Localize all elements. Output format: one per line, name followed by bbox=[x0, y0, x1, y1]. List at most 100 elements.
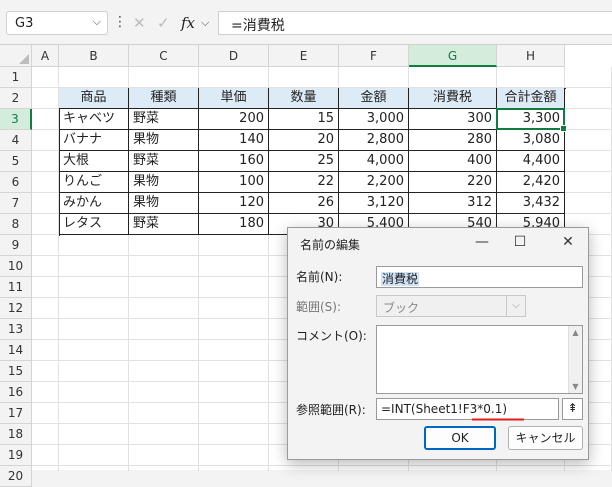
row-header-10[interactable]: 10 bbox=[0, 256, 32, 277]
column-header-b[interactable]: B bbox=[59, 45, 129, 67]
row-header-12[interactable]: 12 bbox=[0, 298, 32, 319]
scroll-up-icon[interactable]: ▲ bbox=[569, 328, 582, 337]
table-cell[interactable]: 280 bbox=[409, 130, 497, 151]
scope-value: ブック bbox=[383, 301, 420, 315]
table-cell[interactable]: 20 bbox=[269, 130, 339, 151]
name-input[interactable]: 消費税 bbox=[376, 266, 583, 288]
row-header-11[interactable]: 11 bbox=[0, 277, 32, 298]
active-cell-indicator bbox=[496, 108, 567, 132]
table-cell[interactable]: キャベツ bbox=[59, 109, 129, 130]
table-cell[interactable]: 4,400 bbox=[497, 151, 565, 172]
scroll-down-icon[interactable]: ▼ bbox=[569, 382, 582, 391]
row-header-14[interactable]: 14 bbox=[0, 340, 32, 361]
cancel-icon[interactable]: ✕ bbox=[133, 14, 146, 32]
table-cell[interactable]: 果物 bbox=[129, 193, 199, 214]
chevron-down-icon[interactable]: ⌵ bbox=[93, 15, 101, 29]
table-cell[interactable]: 100 bbox=[199, 172, 269, 193]
table-cell[interactable]: 300 bbox=[409, 109, 497, 130]
table-header-cell[interactable]: 消費税 bbox=[409, 88, 497, 109]
chevron-down-icon[interactable]: ⌵ bbox=[201, 16, 209, 30]
maximize-icon[interactable]: ☐ bbox=[506, 230, 534, 254]
table-cell[interactable]: みかん bbox=[59, 193, 129, 214]
comment-scrollbar[interactable]: ▲ ▼ bbox=[568, 326, 582, 393]
row-header-2[interactable]: 2 bbox=[0, 88, 32, 109]
table-cell[interactable]: 2,200 bbox=[339, 172, 409, 193]
table-cell[interactable]: 180 bbox=[199, 214, 269, 235]
table-cell[interactable]: 3,000 bbox=[339, 109, 409, 130]
table-cell[interactable]: 2,800 bbox=[339, 130, 409, 151]
cancel-button[interactable]: キャンセル bbox=[508, 426, 583, 450]
table-cell[interactable]: 果物 bbox=[129, 130, 199, 151]
table-cell[interactable]: 25 bbox=[269, 151, 339, 172]
table-cell[interactable]: 22 bbox=[269, 172, 339, 193]
table-cell[interactable]: 220 bbox=[409, 172, 497, 193]
collapse-dialog-button[interactable]: ⇞ bbox=[562, 398, 583, 420]
row-header-16[interactable]: 16 bbox=[0, 382, 32, 403]
row-header-15[interactable]: 15 bbox=[0, 361, 32, 382]
table-cell[interactable]: 3,432 bbox=[497, 193, 565, 214]
table-cell[interactable]: 果物 bbox=[129, 172, 199, 193]
table-cell[interactable]: 3,080 bbox=[497, 130, 565, 151]
table-cell[interactable]: 4,000 bbox=[339, 151, 409, 172]
table-cell[interactable]: りんご bbox=[59, 172, 129, 193]
refers-to-input[interactable]: =INT(Sheet1!F3*0.1) bbox=[376, 398, 559, 420]
formula-controls: ✕ ✓ fx ⌵ bbox=[125, 11, 213, 35]
table-cell[interactable]: 大根 bbox=[59, 151, 129, 172]
table-cell[interactable]: 140 bbox=[199, 130, 269, 151]
row-header-3[interactable]: 3 bbox=[0, 109, 32, 130]
table-cell[interactable]: 160 bbox=[199, 151, 269, 172]
formula-text: =消費税 bbox=[231, 18, 285, 34]
table-cell[interactable]: 15 bbox=[269, 109, 339, 130]
row-header-1[interactable]: 1 bbox=[0, 67, 32, 88]
table-header-cell[interactable]: 商品 bbox=[59, 88, 129, 109]
column-header-c[interactable]: C bbox=[129, 45, 199, 67]
row-header-5[interactable]: 5 bbox=[0, 151, 32, 172]
column-header-d[interactable]: D bbox=[199, 45, 269, 67]
table-header-cell[interactable]: 単価 bbox=[199, 88, 269, 109]
table-cell[interactable]: 2,420 bbox=[497, 172, 565, 193]
table-cell[interactable]: バナナ bbox=[59, 130, 129, 151]
insert-function-icon[interactable]: fx bbox=[181, 14, 195, 32]
table-cell[interactable]: 120 bbox=[199, 193, 269, 214]
table-header-cell[interactable]: 金額 bbox=[339, 88, 409, 109]
table-cell[interactable]: 野菜 bbox=[129, 151, 199, 172]
close-icon[interactable]: ✕ bbox=[554, 230, 582, 254]
row-header-7[interactable]: 7 bbox=[0, 193, 32, 214]
table-cell[interactable]: 200 bbox=[199, 109, 269, 130]
table-cell[interactable]: 野菜 bbox=[129, 214, 199, 235]
select-all-button[interactable] bbox=[0, 45, 32, 67]
row-header-13[interactable]: 13 bbox=[0, 319, 32, 340]
enter-icon[interactable]: ✓ bbox=[157, 14, 170, 32]
column-header-f[interactable]: F bbox=[339, 45, 409, 67]
name-box[interactable]: G3 ⌵ bbox=[6, 11, 108, 35]
column-header-e[interactable]: E bbox=[269, 45, 339, 67]
row-header-8[interactable]: 8 bbox=[0, 214, 32, 235]
scope-label: 範囲(S): bbox=[296, 300, 342, 314]
table-cell[interactable]: 26 bbox=[269, 193, 339, 214]
refers-to-value: =INT(Sheet1!F3*0.1) bbox=[381, 402, 508, 416]
row-header-17[interactable]: 17 bbox=[0, 403, 32, 424]
row-header-20[interactable]: 20 bbox=[0, 466, 32, 487]
minimize-icon[interactable]: — bbox=[468, 230, 496, 254]
table-cell[interactable]: 312 bbox=[409, 193, 497, 214]
comment-textarea[interactable]: ▲ ▼ bbox=[376, 325, 583, 394]
row-header-9[interactable]: 9 bbox=[0, 235, 32, 256]
ok-button[interactable]: OK bbox=[424, 426, 496, 450]
chevron-down-icon: ⌵ bbox=[506, 296, 525, 316]
table-cell[interactable]: 400 bbox=[409, 151, 497, 172]
table-header-cell[interactable]: 合計金額 bbox=[497, 88, 565, 109]
table-cell[interactable]: 3,120 bbox=[339, 193, 409, 214]
table-header-cell[interactable]: 種類 bbox=[129, 88, 199, 109]
table-cell[interactable]: レタス bbox=[59, 214, 129, 235]
table-header-cell[interactable]: 数量 bbox=[269, 88, 339, 109]
column-header-h[interactable]: H bbox=[497, 45, 565, 67]
table-cell[interactable]: 野菜 bbox=[129, 109, 199, 130]
name-value: 消費税 bbox=[381, 272, 420, 286]
column-header-g[interactable]: G bbox=[409, 45, 497, 67]
row-header-4[interactable]: 4 bbox=[0, 130, 32, 151]
column-header-a[interactable]: A bbox=[32, 45, 59, 67]
row-header-6[interactable]: 6 bbox=[0, 172, 32, 193]
formula-input[interactable]: =消費税 bbox=[218, 11, 612, 35]
row-header-18[interactable]: 18 bbox=[0, 424, 32, 445]
row-header-19[interactable]: 19 bbox=[0, 445, 32, 466]
